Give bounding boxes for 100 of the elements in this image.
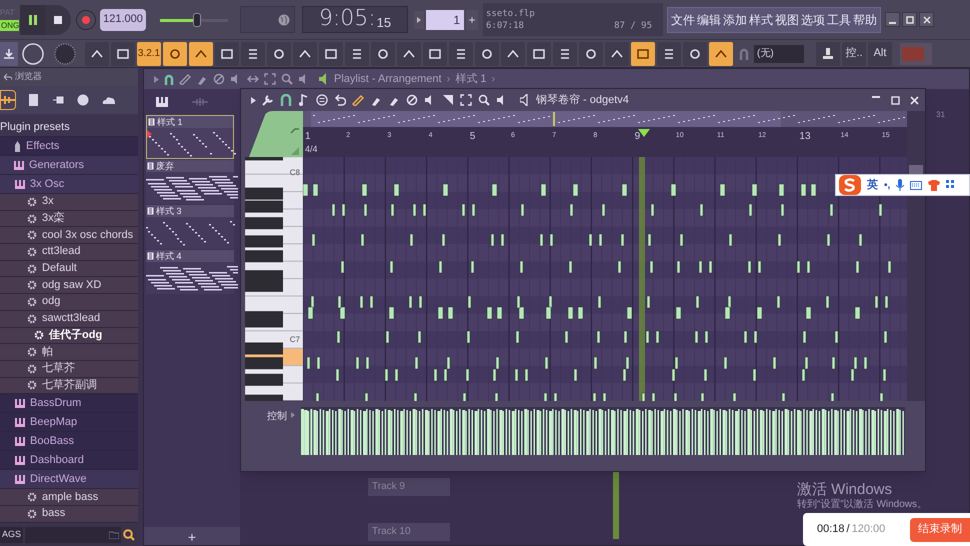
browser-item[interactable]: cool 3x osc chords (0, 227, 138, 244)
menu-item[interactable]: 视图 (775, 10, 799, 28)
stamp-button[interactable] (816, 42, 840, 66)
browser-item[interactable]: 帕 (0, 344, 138, 361)
toolbar-button[interactable] (371, 42, 395, 66)
menu-item[interactable]: 帮助 (853, 10, 877, 28)
toolbar-button[interactable] (267, 42, 291, 66)
browser-item[interactable]: odg (0, 294, 138, 311)
browser-item[interactable]: 3x (0, 194, 138, 211)
wrench-icon[interactable] (262, 94, 274, 106)
toolbar-button[interactable] (189, 42, 213, 66)
browser-item[interactable]: ctt3lead (0, 244, 138, 261)
overview-bar[interactable] (303, 111, 907, 127)
pause-button[interactable] (20, 4, 45, 34)
back-arrow-icon[interactable] (4, 73, 12, 81)
search-icon[interactable] (123, 529, 136, 541)
pattern-arrow-button[interactable] (414, 10, 424, 28)
search-field[interactable] (25, 527, 122, 543)
s-logo-icon[interactable] (839, 175, 861, 195)
play-triangle-icon[interactable] (289, 411, 297, 419)
tempo-field[interactable]: 121.000 (100, 8, 146, 30)
song-mode-label[interactable]: ONG (0, 20, 19, 31)
menu-item[interactable]: 添加 (723, 10, 747, 28)
add-pattern-button[interactable]: + (144, 527, 240, 545)
master-pitch-knob[interactable] (21, 42, 45, 66)
notes-drawing[interactable] (303, 184, 816, 196)
pattern-number-field[interactable]: 1 (426, 10, 464, 30)
master-volume-knob[interactable] (53, 42, 77, 66)
toolbar-button[interactable]: 控.. (842, 42, 866, 66)
close-button[interactable] (919, 12, 934, 27)
menu-item[interactable]: 文件 (671, 10, 695, 28)
undo-icon[interactable] (334, 94, 346, 106)
menu-icon[interactable] (316, 94, 328, 106)
browser-item[interactable]: Dashboard (0, 451, 138, 470)
add-pattern-button[interactable]: + (466, 10, 478, 30)
select-icon[interactable] (264, 73, 276, 85)
grid-icon[interactable] (946, 180, 954, 190)
toolbar-button[interactable] (241, 42, 265, 66)
playhead-marker-icon[interactable] (638, 129, 650, 137)
browser-item[interactable]: BassDrum (0, 394, 138, 414)
pencil-icon[interactable] (179, 73, 191, 85)
pattern-clip[interactable]: 样式 3 (146, 205, 234, 249)
toolbar-button[interactable] (709, 42, 733, 66)
browser-item[interactable]: 佳代子odg (0, 328, 138, 344)
toolbar-button[interactable] (345, 42, 369, 66)
browser-item[interactable]: BooBass (0, 432, 138, 452)
ban-icon[interactable] (213, 73, 225, 85)
note-icon[interactable] (298, 94, 310, 106)
piano-keyboard-drawing[interactable] (245, 157, 303, 401)
minimize-button[interactable] (885, 12, 900, 27)
record-button[interactable] (76, 10, 96, 30)
toolbar-button[interactable] (657, 42, 681, 66)
browser-item[interactable]: BeepMap (0, 413, 138, 432)
toolbar-button[interactable] (423, 42, 447, 66)
browser-item[interactable]: Generators (0, 156, 138, 175)
toolbar-button[interactable] (683, 42, 707, 66)
menu-item[interactable]: 样式 (749, 10, 773, 28)
zoom-icon[interactable] (478, 94, 490, 106)
toolbar-button[interactable] (293, 42, 317, 66)
toolbar-button[interactable] (397, 42, 421, 66)
browser-item[interactable]: sawctt3lead (0, 310, 138, 328)
toolbar-button[interactable] (605, 42, 629, 66)
browser-item[interactable]: 七草芥副调 (0, 378, 138, 394)
toolbar-button[interactable]: 3.2.1 (137, 42, 161, 66)
browser-item[interactable]: 七草芥 (0, 360, 138, 378)
browser-item[interactable]: 3x Osc (0, 175, 138, 194)
toolbar-button[interactable] (319, 42, 343, 66)
play-triangle-icon[interactable] (251, 96, 256, 104)
download-button[interactable] (0, 42, 18, 66)
control-label[interactable]: 控制 (241, 407, 289, 455)
shirt-icon[interactable] (928, 180, 940, 190)
toolbar-button[interactable] (111, 42, 135, 66)
toolbar-button[interactable] (579, 42, 603, 66)
velocity-drawing[interactable] (301, 407, 905, 455)
toolbar-button[interactable]: Alt (868, 42, 892, 66)
toolbar-button[interactable] (215, 42, 239, 66)
microphone-icon[interactable] (896, 179, 904, 191)
ime-punctuation[interactable]: •, (884, 178, 890, 192)
menu-item[interactable]: 编辑 (697, 10, 721, 28)
zoom-icon[interactable] (281, 73, 293, 85)
snap-dropdown[interactable]: (无) (754, 44, 804, 62)
pencil-icon[interactable] (352, 94, 364, 106)
browser-item[interactable]: Effects (0, 137, 138, 156)
toolbar-button[interactable] (501, 42, 525, 66)
pattern-clip[interactable]: 样式 1 (146, 115, 234, 159)
ime-mode[interactable]: 英 (867, 176, 878, 194)
browser-tab[interactable] (0, 90, 16, 110)
magnet-icon[interactable] (280, 94, 292, 106)
toolbar-button[interactable] (449, 42, 473, 66)
toolbar-button[interactable] (631, 42, 655, 66)
keyboard-icon[interactable] (910, 180, 922, 190)
browser-item[interactable]: DirectWave (0, 470, 138, 490)
magnet-icon[interactable] (164, 74, 174, 84)
browser-item[interactable]: ample bass (0, 489, 138, 506)
notes-drawing[interactable] (306, 204, 892, 401)
toolbar-button[interactable] (527, 42, 551, 66)
browser-item[interactable]: Default (0, 260, 138, 278)
toolbar-button[interactable] (475, 42, 499, 66)
maximize-button[interactable] (902, 12, 917, 27)
toolbar-button[interactable] (85, 42, 109, 66)
